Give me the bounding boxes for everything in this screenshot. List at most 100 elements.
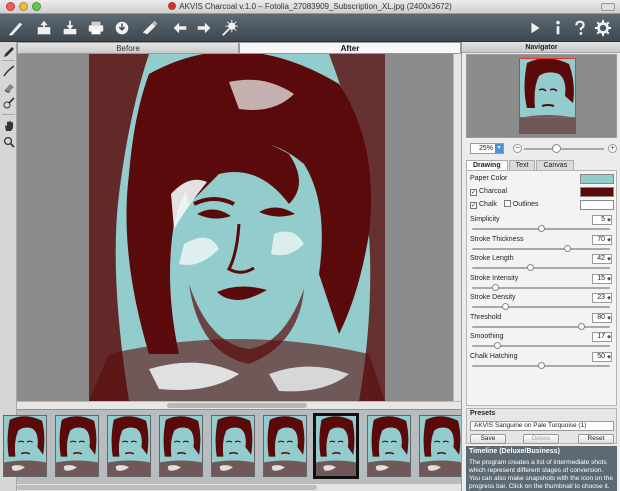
settings-tabs: Drawing Text Canvas	[466, 160, 617, 170]
param-slider-knob[interactable]	[502, 303, 510, 310]
param-label: Simplicity	[470, 216, 500, 223]
param-slider-knob[interactable]	[538, 225, 545, 232]
save-file-icon[interactable]	[60, 18, 80, 38]
brush-tool-icon[interactable]	[140, 18, 160, 38]
param-slider-knob[interactable]	[491, 283, 499, 291]
timeline-thumbnail-selected[interactable]	[313, 413, 359, 479]
tab-text[interactable]: Text	[508, 160, 536, 170]
param-value-stepper[interactable]: 23	[592, 293, 612, 303]
zoom-out-button[interactable]: −	[513, 144, 522, 153]
param-smoothing: Smoothing 17	[470, 332, 616, 351]
zoom-tool-icon[interactable]	[2, 135, 15, 148]
run-processing-icon[interactable]	[525, 18, 545, 38]
timeline-thumbnail[interactable]	[211, 415, 255, 477]
timeline-thumbnail[interactable]	[55, 415, 99, 477]
zoom-field[interactable]: 25% ▾	[470, 143, 504, 154]
settings-gear-icon[interactable]	[593, 18, 613, 38]
param-stroke-intensity: Stroke Intensity 15	[470, 273, 616, 293]
charcoal-row: ✓ Charcoal	[470, 186, 616, 198]
chalk-color-swatch[interactable]	[580, 200, 614, 210]
param-label: Smoothing	[470, 333, 504, 340]
save-preset-button[interactable]: Save	[470, 434, 506, 444]
undo-icon[interactable]	[170, 18, 190, 38]
param-value-stepper[interactable]: 15	[592, 273, 612, 284]
timeline-thumbnail[interactable]	[367, 415, 411, 477]
help-panel: Timeline (Deluxe/Business) The program c…	[466, 446, 617, 491]
outlines-checkbox[interactable]	[503, 200, 511, 207]
share-icon[interactable]	[112, 18, 132, 38]
eraser-tool-icon[interactable]	[2, 80, 15, 93]
tab-before[interactable]: Before	[17, 42, 239, 54]
toolbar-toggle-button[interactable]	[601, 3, 615, 11]
param-label: Stroke Intensity	[470, 274, 519, 282]
timeline-thumbnail[interactable]	[419, 415, 463, 477]
canvas-horizontal-scrollbar[interactable]	[17, 401, 461, 409]
zoom-slider-track[interactable]	[524, 148, 604, 150]
param-value-stepper[interactable]: 70	[592, 234, 612, 245]
tab-after[interactable]: After	[239, 42, 461, 54]
title-bar: AKVIS Charcoal v.1.0 – Fotolia_27083909_…	[0, 0, 620, 14]
timeline-thumbnail[interactable]	[107, 415, 151, 477]
navigator-title: Navigator	[462, 42, 620, 53]
hand-tool-icon[interactable]	[2, 119, 15, 132]
timeline-scroll-thumb[interactable]	[17, 485, 317, 490]
preferences-sparkle-icon[interactable]	[220, 18, 240, 38]
param-stroke-thickness: Stroke Thickness 70	[470, 234, 616, 254]
timeline-thumbnail[interactable]	[3, 415, 47, 477]
paper-color-row: Paper Color	[470, 173, 616, 185]
delete-preset-button[interactable]: Delete	[523, 434, 559, 444]
navigator-preview[interactable]	[466, 54, 617, 138]
open-file-icon[interactable]	[34, 18, 54, 38]
timeline-thumbnail[interactable]	[159, 415, 203, 477]
navigator-view-rectangle[interactable]	[519, 58, 576, 118]
redo-icon[interactable]	[194, 18, 214, 38]
zoom-dropdown-arrow-icon[interactable]: ▾	[495, 144, 503, 153]
param-value-stepper[interactable]: 80	[592, 312, 612, 323]
param-slider-track[interactable]	[472, 345, 610, 347]
param-value-stepper[interactable]: 50	[592, 351, 612, 362]
print-icon[interactable]	[86, 18, 106, 38]
tab-drawing[interactable]: Drawing	[466, 160, 508, 170]
preset-dropdown[interactable]: AKVIS Sanguine on Pale Turquoise (1)	[470, 421, 614, 431]
zoom-controls: 25% ▾ − +	[466, 143, 617, 155]
param-slider-track[interactable]	[472, 325, 610, 328]
param-slider-knob[interactable]	[577, 322, 585, 330]
zoom-slider-knob[interactable]	[552, 144, 561, 153]
param-value-stepper[interactable]: 5	[592, 215, 612, 225]
image-canvas[interactable]	[17, 54, 461, 401]
help-icon[interactable]	[570, 18, 590, 38]
main-toolbar	[0, 14, 620, 42]
tab-canvas[interactable]: Canvas	[536, 160, 575, 170]
presets-section: Presets AKVIS Sanguine on Pale Turquoise…	[466, 408, 617, 444]
timeline-thumbnail[interactable]	[263, 415, 307, 477]
chalk-checkbox[interactable]: ✓	[470, 202, 477, 209]
param-slider-track[interactable]	[472, 267, 610, 269]
history-brush-tool-icon[interactable]	[2, 96, 15, 109]
canvas-vertical-scrollbar[interactable]	[453, 54, 461, 401]
param-slider-track[interactable]	[472, 306, 610, 308]
param-slider-knob[interactable]	[527, 264, 535, 271]
reset-preset-button[interactable]: Reset	[578, 434, 614, 444]
help-title: Timeline (Deluxe/Business)	[469, 448, 560, 455]
param-value-stepper[interactable]: 42	[592, 254, 612, 264]
param-slider-track[interactable]	[472, 247, 610, 250]
stroke-direction-tool-icon[interactable]	[2, 64, 15, 77]
zoom-in-button[interactable]: +	[608, 144, 617, 153]
info-icon[interactable]	[548, 18, 568, 38]
param-slider-knob[interactable]	[538, 361, 545, 369]
param-value-stepper[interactable]: 17	[592, 332, 612, 342]
timeline-scrollbar[interactable]	[17, 484, 461, 491]
charcoal-color-swatch[interactable]	[580, 187, 614, 197]
chalk-label: Chalk	[479, 201, 497, 208]
param-threshold: Threshold 80	[470, 312, 616, 332]
param-slider-knob[interactable]	[494, 342, 502, 349]
paper-color-swatch[interactable]	[580, 174, 614, 184]
window-title: AKVIS Charcoal v.1.0 – Fotolia_27083909_…	[179, 2, 452, 11]
brush-logo-icon	[6, 18, 26, 38]
param-slider-knob[interactable]	[564, 244, 572, 252]
canvas-scroll-thumb[interactable]	[167, 403, 307, 408]
pencil-tool-icon[interactable]	[2, 45, 15, 58]
tool-separator	[2, 114, 15, 115]
param-label: Stroke Length	[470, 255, 514, 262]
charcoal-checkbox[interactable]: ✓	[470, 189, 477, 196]
